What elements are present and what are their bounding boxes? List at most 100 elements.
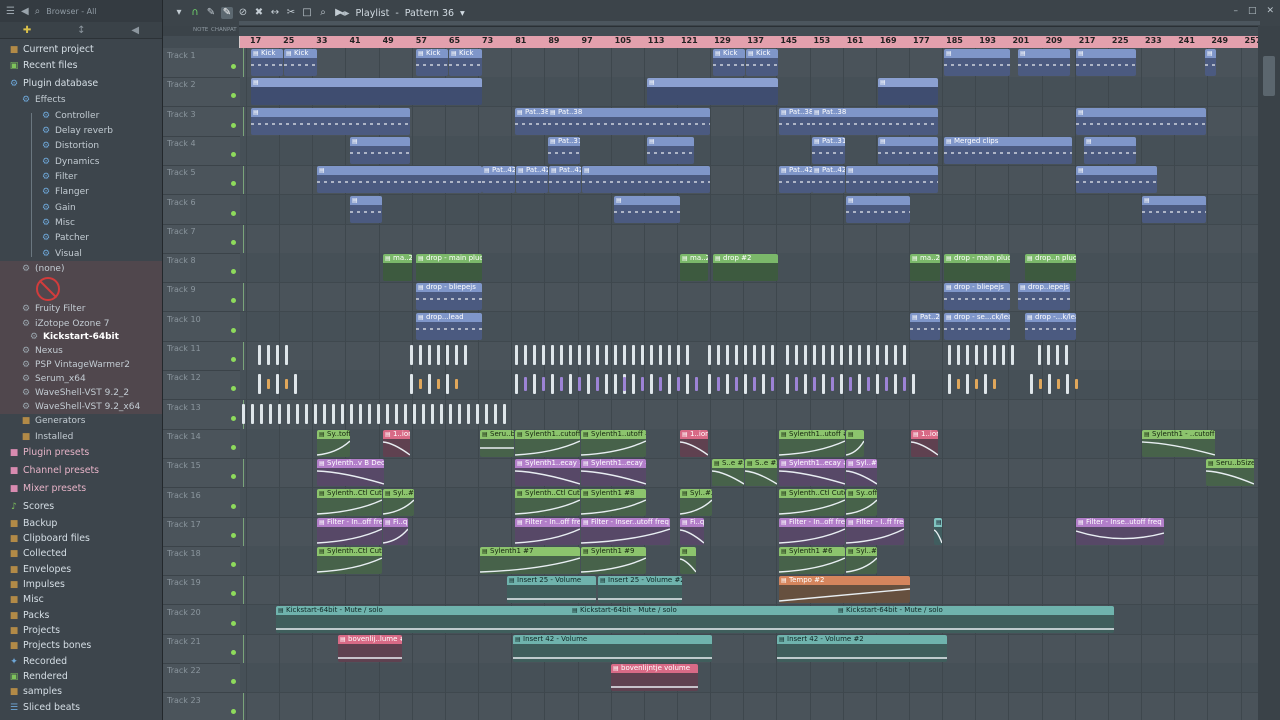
playlist-clip[interactable]: Sylenth1 #6 xyxy=(779,547,845,575)
track-mute-led[interactable] xyxy=(231,64,236,69)
collapse-icon[interactable]: ✚ xyxy=(23,25,31,36)
track-mute-led[interactable] xyxy=(231,562,236,568)
track-mute-led[interactable] xyxy=(231,503,236,509)
playlist-clip[interactable]: Filter - I..ff freq xyxy=(846,517,904,545)
playlist-clip[interactable] xyxy=(251,78,482,106)
playlist-clip[interactable] xyxy=(934,517,942,545)
track-mute-led[interactable] xyxy=(231,269,236,275)
playlist-clip[interactable]: S..e #2 xyxy=(745,459,777,487)
playlist-clip[interactable]: Syl..#2 xyxy=(680,488,712,516)
playlist-clip[interactable]: drop #2 xyxy=(713,254,778,282)
audio-clip-group[interactable] xyxy=(948,342,1020,369)
track-mute-led[interactable] xyxy=(231,620,236,626)
track-header[interactable]: Track 14 xyxy=(163,429,240,459)
track-mute-led[interactable] xyxy=(231,650,236,655)
playlist-clip[interactable]: Sylenth1..ecay #3 xyxy=(779,459,845,487)
browser-item-clipboard-files[interactable]: ■ Clipboard files xyxy=(0,531,162,546)
playlist-clip[interactable]: bovenlijntje volume xyxy=(611,664,698,692)
playlist-clip[interactable]: Sylenth..Ctl Cutoff xyxy=(515,488,580,516)
track-header[interactable]: Track 15 xyxy=(163,458,240,489)
scrollbar-thumb[interactable] xyxy=(1263,56,1275,96)
track-mute-led[interactable] xyxy=(231,444,236,450)
playlist-overview-bar[interactable] xyxy=(239,21,1260,25)
track-header[interactable]: Track 8 xyxy=(163,253,240,284)
options-icon[interactable]: ▾ xyxy=(173,7,185,19)
playlist-clip[interactable]: bovenlij..lume #2 xyxy=(338,635,402,662)
audio-clip-group[interactable] xyxy=(410,342,473,369)
select-icon[interactable]: □ xyxy=(301,7,313,19)
subbar-pat[interactable]: PAT xyxy=(227,27,237,33)
playlist-clip[interactable] xyxy=(944,49,1010,76)
track-header[interactable]: Track 11 xyxy=(163,341,240,371)
playlist-clip[interactable]: Pat..38 xyxy=(812,107,938,135)
browser-item-patcher[interactable]: ⚙ Patcher xyxy=(0,230,162,245)
track-mute-led[interactable] xyxy=(231,708,236,714)
playlist-clip[interactable]: Sy..off xyxy=(846,488,877,516)
track-header[interactable]: Track 7 xyxy=(163,224,240,254)
playlist-clip[interactable]: Sylenth1..utoff #4 xyxy=(779,429,845,457)
playlist-clip[interactable]: Filter - In..off freq xyxy=(317,517,382,545)
playlist-clip[interactable]: Kick xyxy=(746,49,778,76)
subbar-chan[interactable]: CHAN xyxy=(211,27,227,33)
browser-item-backup[interactable]: ■ Backup xyxy=(0,516,162,531)
browser-item-gain[interactable]: ⚙ Gain xyxy=(0,200,162,215)
brush-icon[interactable]: ✎ xyxy=(221,7,233,19)
playlist-clip[interactable]: 1..ion xyxy=(680,429,708,457)
playlist-clip[interactable] xyxy=(647,78,778,106)
browser-item-fruity-filter[interactable]: ⚙ Fruity Filter xyxy=(0,301,162,316)
track-mute-led[interactable] xyxy=(231,298,236,304)
track-mute-led[interactable] xyxy=(231,474,236,480)
vertical-scrollbar[interactable] xyxy=(1258,26,1280,720)
track-mute-led[interactable] xyxy=(231,357,236,362)
browser-item-delay-reverb[interactable]: ⚙ Delay reverb xyxy=(0,123,162,138)
browser-item-plugin-presets[interactable]: ■ Plugin presets xyxy=(0,445,162,460)
playlist-clip[interactable] xyxy=(1084,136,1136,164)
playlist-clip[interactable] xyxy=(680,547,696,575)
browser-item-waveshell-vst-9-2-2[interactable]: ⚙ WaveShell-VST 9.2_2 xyxy=(0,385,162,400)
playlist-clip[interactable]: Sylenth1..cutoff #3 xyxy=(515,429,580,457)
playlist-clip[interactable]: Filter - Inse..utoff freq #2 xyxy=(1076,517,1164,545)
audio-clip-group[interactable] xyxy=(515,342,623,369)
track-lane[interactable] xyxy=(240,693,1258,720)
playlist-clip[interactable]: Kickstart-64bit - Mute / solo xyxy=(276,605,580,633)
playlist-clip[interactable] xyxy=(878,78,938,106)
slip-icon[interactable]: ↔ xyxy=(269,7,281,19)
playlist-clip[interactable]: Sylenth1..utoff #7 xyxy=(581,429,646,457)
playlist-clip[interactable]: drop - main pluck xyxy=(944,254,1010,282)
browser-item-flanger[interactable]: ⚙ Flanger xyxy=(0,184,162,199)
browser-item-scores[interactable]: ♪ Scores xyxy=(0,499,162,514)
timeline-ruler[interactable]: 17 25 33 41 49 57 65 73 81 89 97 105 113 121 129 137 145… xyxy=(240,36,1261,48)
browser-item-serum-x64[interactable]: ⚙ Serum_x64 xyxy=(0,371,162,386)
playlist-clip[interactable]: Sylenth..Ctl Cutoff xyxy=(779,488,845,516)
pattern-dropdown-icon[interactable]: ▾ xyxy=(460,8,465,19)
playlist-clip[interactable]: Kickstart-64bit - Mute / solo xyxy=(570,605,846,633)
playlist-clip[interactable] xyxy=(1076,49,1136,76)
audio-clip-group[interactable] xyxy=(410,371,464,398)
browser-item-installed[interactable]: ■ Installed xyxy=(0,429,162,444)
playlist-clip[interactable] xyxy=(647,136,694,164)
track-header[interactable]: Track 22 xyxy=(163,663,240,694)
pencil-icon[interactable]: ✎ xyxy=(205,7,217,19)
browser-item-impulses[interactable]: ■ Impulses xyxy=(0,577,162,592)
playlist-clip[interactable]: Sylenth..Ctl Cutoff xyxy=(317,547,382,575)
magnet-icon[interactable]: ∩ xyxy=(189,7,201,19)
playlist-clip[interactable] xyxy=(614,195,680,223)
track-lane[interactable] xyxy=(240,575,1258,606)
browser-item-kickstart-64bit[interactable]: ⚙ Kickstart-64bit xyxy=(0,329,162,344)
playlist-clip[interactable]: S..e #2 xyxy=(712,459,744,487)
track-mute-led[interactable] xyxy=(231,181,236,187)
audio-clip-group[interactable] xyxy=(258,342,294,369)
track-mute-led[interactable] xyxy=(231,151,236,157)
playlist-clip[interactable] xyxy=(582,166,710,194)
playlist-clip[interactable]: ma..2 xyxy=(383,254,412,282)
browser-item-visual[interactable]: ⚙ Visual xyxy=(0,246,162,261)
zoom-icon[interactable]: ⌕ xyxy=(317,7,329,19)
track-mute-led[interactable] xyxy=(231,679,236,685)
browser-item-recent-files[interactable]: ▣ Recent files xyxy=(0,58,162,73)
browser-item-distortion[interactable]: ⚙ Distortion xyxy=(0,138,162,153)
browser-menu-icon[interactable]: ☰ xyxy=(6,6,15,17)
track-mute-led[interactable] xyxy=(231,327,236,333)
browser-item-recorded[interactable]: ✦ Recorded xyxy=(0,654,162,669)
track-lane[interactable] xyxy=(240,663,1258,694)
track-header[interactable]: Track 4 xyxy=(163,136,240,166)
